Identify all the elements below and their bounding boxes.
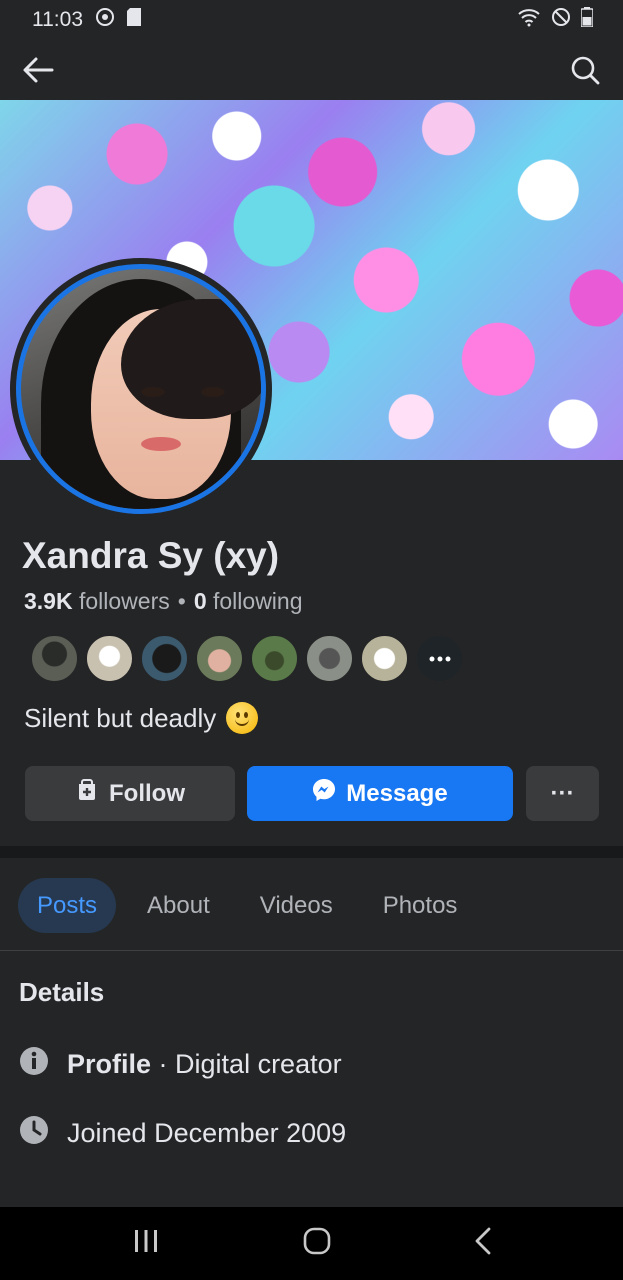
tabs-divider bbox=[0, 950, 623, 951]
message-label: Message bbox=[346, 779, 448, 807]
detail-profile-row: Profile · Digital creator bbox=[19, 1046, 342, 1083]
follow-label: Follow bbox=[109, 779, 185, 807]
follower-avatar[interactable] bbox=[360, 634, 409, 683]
follow-button[interactable]: Follow bbox=[25, 766, 235, 821]
stats-separator: • bbox=[177, 588, 186, 614]
wifi-icon bbox=[517, 7, 541, 33]
info-icon bbox=[19, 1046, 49, 1083]
detail-profile-value: · Digital creator bbox=[158, 1049, 342, 1079]
follower-avatar[interactable] bbox=[140, 634, 189, 683]
system-nav-bar bbox=[0, 1207, 623, 1280]
tab-posts[interactable]: Posts bbox=[18, 878, 117, 933]
clock-icon bbox=[19, 1115, 49, 1152]
status-bar: 11:03 bbox=[0, 0, 623, 40]
section-divider bbox=[0, 846, 623, 858]
bio-text: Silent but deadly bbox=[24, 702, 217, 733]
search-icon[interactable] bbox=[567, 52, 603, 88]
message-button[interactable]: Message bbox=[247, 766, 513, 821]
followers-label: followers bbox=[78, 588, 170, 614]
profile-tabs: Posts About Videos Photos bbox=[18, 878, 488, 933]
status-time: 11:03 bbox=[32, 8, 83, 31]
details-heading: Details bbox=[19, 977, 105, 1007]
follower-avatar[interactable] bbox=[30, 634, 79, 683]
tab-videos[interactable]: Videos bbox=[241, 878, 352, 933]
top-app-bar bbox=[0, 40, 623, 100]
follower-avatar[interactable] bbox=[305, 634, 354, 683]
recents-icon[interactable] bbox=[132, 1229, 160, 1258]
followers-link[interactable]: 3.9K followers bbox=[24, 588, 170, 615]
tab-about[interactable]: About bbox=[128, 878, 229, 933]
detail-profile-label: Profile bbox=[67, 1049, 152, 1079]
follower-avatar[interactable] bbox=[85, 634, 134, 683]
smiley-emoji-icon bbox=[226, 702, 259, 734]
messenger-icon bbox=[312, 778, 336, 809]
following-count: 0 bbox=[193, 588, 207, 614]
follow-stats: 3.9K followers • 0 following bbox=[24, 588, 303, 615]
avatar-photo bbox=[16, 264, 266, 514]
more-followers-button[interactable] bbox=[415, 634, 464, 683]
profile-bio: Silent but deadly bbox=[24, 702, 259, 734]
profile-avatar[interactable] bbox=[10, 258, 272, 520]
followers-avatar-row bbox=[30, 634, 464, 683]
sync-icon bbox=[95, 7, 115, 33]
back-arrow-icon[interactable] bbox=[20, 52, 56, 88]
following-label: following bbox=[213, 588, 303, 614]
profile-name: Xandra Sy (xy) bbox=[22, 535, 280, 576]
follower-avatar[interactable] bbox=[250, 634, 299, 683]
back-nav-icon[interactable] bbox=[474, 1227, 492, 1260]
follow-icon bbox=[75, 778, 99, 809]
more-label: ··· bbox=[550, 779, 575, 807]
detail-joined-row: Joined December 2009 bbox=[19, 1115, 346, 1152]
home-icon[interactable] bbox=[303, 1227, 331, 1260]
detail-joined-text: Joined December 2009 bbox=[67, 1118, 347, 1148]
following-link[interactable]: 0 following bbox=[194, 588, 303, 615]
battery-icon bbox=[580, 7, 594, 33]
sdcard-icon bbox=[127, 8, 141, 32]
dnd-icon bbox=[551, 7, 571, 33]
tab-photos[interactable]: Photos bbox=[364, 878, 477, 933]
more-options-button[interactable]: ··· bbox=[526, 766, 599, 821]
followers-count: 3.9K bbox=[24, 588, 73, 614]
follower-avatar[interactable] bbox=[195, 634, 244, 683]
